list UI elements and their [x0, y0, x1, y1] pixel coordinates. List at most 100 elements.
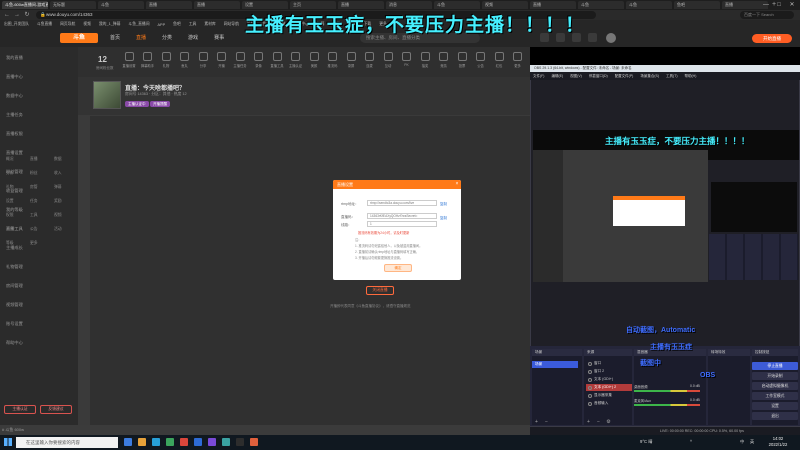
bookmark-item[interactable]: 出图_开发团队 [4, 22, 29, 27]
toolbar-tool[interactable]: 美颜 [307, 52, 321, 72]
line-select[interactable]: 1 [367, 221, 437, 227]
sidebar-subitem[interactable]: 礼物 [6, 185, 14, 190]
tray-expand-icon[interactable]: ^ [690, 438, 692, 446]
toolbar-tool[interactable]: 弹幕助手 [141, 52, 155, 72]
browser-tab[interactable]: 鱼吧 [674, 1, 720, 9]
browser-tab[interactable]: 直播 [194, 1, 240, 9]
sidebar-subitem[interactable]: 收入 [54, 171, 62, 176]
rtmp-field[interactable]: rtmp://sendtc3a.douyu.com/live [367, 200, 437, 206]
bookmark-item[interactable]: 工具 [189, 22, 197, 27]
toolbar-tool[interactable]: 公告 [474, 52, 488, 72]
browser-tab[interactable]: 视频 [482, 1, 528, 9]
sidebar-subitem[interactable]: 活动 [54, 227, 62, 232]
steam-icon[interactable] [222, 438, 230, 446]
sidebar-subitem[interactable]: 权限 [6, 213, 14, 218]
download-icon[interactable] [588, 33, 597, 42]
copy-rtmp-button[interactable]: 复制 [440, 202, 447, 207]
obs-menu-item[interactable]: 视图(V) [570, 72, 582, 80]
sidebar-item[interactable]: 房间管理 [6, 283, 23, 289]
bookmark-item[interactable]: 斗鱼_直播间 [128, 22, 149, 27]
toolbar-tool[interactable]: 竞猜 [437, 52, 451, 72]
obs-control-button[interactable]: 开始录制 [752, 372, 798, 380]
obs-menu-item[interactable]: 工具(T) [666, 72, 677, 80]
toolbar-tool[interactable]: 分享 [196, 52, 210, 72]
gear-icon[interactable]: ⚙ [606, 420, 611, 425]
source-item[interactable]: 窗口 [586, 360, 632, 367]
ime-indicator[interactable]: 中 [740, 438, 744, 446]
toolbar-tool[interactable]: 主播认证 [289, 52, 303, 72]
bookmark-item[interactable]: 鱼吧 [173, 22, 181, 27]
sidebar-item[interactable]: 账号设置 [6, 321, 23, 327]
browser-tab[interactable]: 无标题 [50, 1, 96, 9]
scene-item[interactable]: 场景 [532, 361, 578, 368]
remove-icon[interactable]: − [596, 420, 601, 425]
eye-icon[interactable] [588, 386, 592, 390]
sidebar-item[interactable]: 我的直播 [6, 55, 23, 61]
sidebar-subitem[interactable]: 奖励 [54, 199, 62, 204]
sidebar-subitem[interactable]: 概况 [6, 157, 14, 162]
sidebar-subitem[interactable]: 等级 [6, 241, 14, 246]
toolbar-tool[interactable]: 主播任务 [233, 52, 247, 72]
obs-icon[interactable] [208, 438, 216, 446]
bookmark-item[interactable]: 网页导航 [60, 22, 75, 27]
copy-key-button[interactable]: 复制 [440, 216, 447, 221]
browser-tab[interactable]: 斗鱼 [434, 1, 480, 9]
app-icon[interactable] [250, 438, 258, 446]
close-icon[interactable]: ✕ [786, 0, 798, 10]
clock[interactable]: 14:02 2022/1/22 [762, 436, 794, 449]
douyu-icon[interactable] [180, 438, 188, 446]
bookmark-item[interactable]: 我的_1_弹幕 [99, 22, 121, 27]
anchor-verify-button[interactable]: 主播认证 [4, 405, 36, 414]
source-item[interactable]: 文本 (GDI+) 2 [586, 384, 632, 391]
browser-tab[interactable]: 设置 [242, 1, 288, 9]
obs-control-button[interactable]: 退出 [752, 412, 798, 420]
site-nav-item[interactable]: 分类 [162, 33, 172, 43]
toolbar-tool[interactable]: 红包 [492, 52, 506, 72]
eye-icon[interactable] [588, 378, 592, 382]
sidebar-subitem[interactable]: 弹幕 [54, 185, 62, 190]
toolbar-tool[interactable]: 录像 [252, 52, 266, 72]
toolbar-tool[interactable]: 连麦 [363, 52, 377, 72]
eye-icon[interactable] [588, 362, 592, 366]
stop-live-button[interactable]: 关闭直播 [366, 286, 394, 295]
edge-icon[interactable] [152, 438, 160, 446]
file-explorer-icon[interactable] [138, 438, 146, 446]
sidebar-subitem[interactable]: 更多 [30, 241, 38, 246]
feedback-button[interactable]: 反馈建议 [40, 405, 72, 414]
volume-meter[interactable] [634, 404, 700, 406]
add-icon[interactable]: + [534, 420, 539, 425]
browser-tab[interactable]: 斗鱼 [578, 1, 624, 9]
sidebar-subitem[interactable]: 分析 [6, 171, 14, 176]
avatar[interactable] [606, 33, 616, 43]
obs-menu-item[interactable]: 编辑(E) [551, 72, 563, 80]
source-item[interactable]: 显示器采集 [586, 392, 632, 399]
sidebar-item[interactable]: 直播权限 [6, 131, 23, 137]
browser-tab[interactable]: 斗鱼-600w直播间-游戏直播 [2, 1, 48, 9]
site-nav-item[interactable]: 直播 [136, 33, 146, 43]
refresh-icon[interactable]: ↻ [23, 11, 31, 19]
ime-mode[interactable]: 英 [750, 438, 754, 446]
toolbar-tool[interactable]: 录屏 [344, 52, 358, 72]
toolbar-tool[interactable]: 开播 [215, 52, 229, 72]
terminal-icon[interactable] [236, 438, 244, 446]
add-icon[interactable]: + [586, 420, 591, 425]
sidebar-item[interactable]: 主播任务 [6, 112, 23, 118]
toolbar-tool[interactable]: 互动 [381, 52, 395, 72]
sidebar-subitem[interactable]: 视频 [54, 213, 62, 218]
toolbar-tool[interactable]: 直播工具 [270, 52, 284, 72]
sidebar-subitem[interactable]: 粉丝 [30, 171, 38, 176]
toolbar-tool[interactable]: 抽奖 [418, 52, 432, 72]
browser-tab[interactable]: 斗鱼 [626, 1, 672, 9]
obs-menu-item[interactable]: 配置文件(P) [615, 72, 634, 80]
stream-key-field[interactable]: 14363rKfEAXyQOHzf?wsSecret= [367, 213, 437, 219]
volume-meter[interactable] [634, 390, 700, 392]
sidebar-item[interactable]: 帮助中心 [6, 340, 23, 346]
sidebar-item[interactable]: 数据中心 [6, 93, 23, 99]
wechat-icon[interactable] [166, 438, 174, 446]
sidebar-subitem[interactable]: 消息 [6, 227, 14, 232]
browser-tab[interactable]: 直播 [338, 1, 384, 9]
obs-control-button[interactable]: 停止直播 [752, 362, 798, 370]
bookmark-item[interactable]: APP [158, 23, 166, 27]
browser-tab[interactable]: 直播 [146, 1, 192, 9]
obs-menu-item[interactable]: 停靠窗口(D) [589, 72, 608, 80]
